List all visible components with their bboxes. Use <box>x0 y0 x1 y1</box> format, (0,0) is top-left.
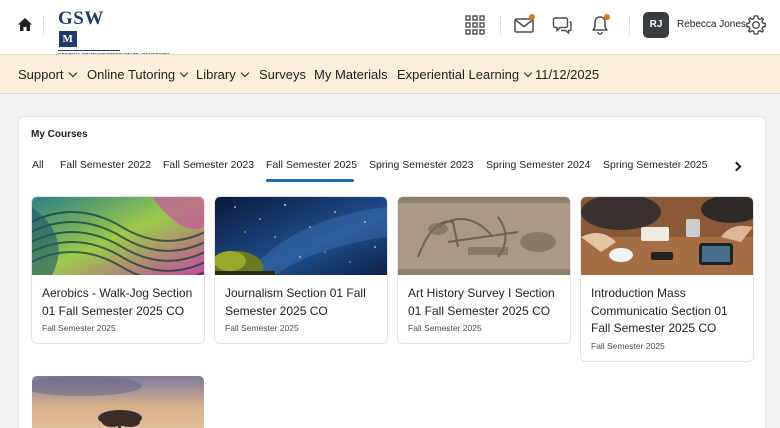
tab-spring-2024[interactable]: Spring Semester 2024 <box>486 159 590 171</box>
tab-fall-2023[interactable]: Fall Semester 2023 <box>163 159 254 171</box>
chevron-down-icon <box>523 68 533 78</box>
course-card[interactable]: Journalism Section 01 Fall Semester 2025… <box>215 197 387 343</box>
chat-icon[interactable] <box>551 14 573 36</box>
course-card[interactable]: Aerobics - Walk-Jog Section 01 Fall Seme… <box>32 197 204 343</box>
chevron-right-icon[interactable] <box>731 161 742 172</box>
mail-notification-dot <box>529 14 535 20</box>
home-icon[interactable] <box>16 16 34 34</box>
chevron-down-icon <box>240 68 249 78</box>
tab-fall-2025[interactable]: Fall Semester 2025 <box>266 159 357 171</box>
tab-fall-2022[interactable]: Fall Semester 2022 <box>60 159 151 171</box>
nav-date[interactable]: 11/12/2025 <box>535 67 599 82</box>
gsw-logo[interactable]: GSWM GEORGIA SOUTHWESTERN STATE UNIVERSI… <box>58 8 169 57</box>
my-courses-panel: My Courses All Fall Semester 2022 Fall S… <box>19 117 765 428</box>
course-image <box>215 197 387 275</box>
avatar[interactable]: RJ <box>643 12 669 38</box>
header-divider <box>43 16 44 36</box>
course-name: Introduction Mass Communicatio Section 0… <box>591 286 728 335</box>
nav-bar: Support Online Tutoring Library Surveys … <box>0 54 780 94</box>
chevron-down-icon <box>179 68 189 78</box>
course-semester: Fall Semester 2025 <box>591 340 665 351</box>
course-image <box>398 197 570 275</box>
chevron-down-icon <box>68 68 77 78</box>
active-tab-indicator <box>266 179 354 182</box>
top-header: GSWM GEORGIA SOUTHWESTERN STATE UNIVERSI… <box>0 0 780 57</box>
course-semester: Fall Semester 2025 <box>408 323 482 333</box>
app-grid-icon[interactable] <box>464 14 486 36</box>
header-divider <box>629 16 630 36</box>
course-card[interactable] <box>32 376 204 428</box>
course-semester: Fall Semester 2025 <box>42 323 116 333</box>
tab-spring-2023[interactable]: Spring Semester 2023 <box>369 159 473 171</box>
nav-library[interactable]: Library <box>196 67 249 82</box>
course-card[interactable]: Introduction Mass Communicatio Section 0… <box>581 197 753 361</box>
nav-my-materials[interactable]: My Materials <box>314 67 388 82</box>
logo-text: GSW <box>58 8 104 29</box>
course-name: Journalism Section 01 Fall Semester 2025… <box>225 286 366 318</box>
course-name: Aerobics - Walk-Jog Section 01 Fall Seme… <box>42 286 193 318</box>
gear-icon[interactable] <box>745 14 767 36</box>
course-name: Art History Survey I Section 01 Fall Sem… <box>408 286 555 318</box>
course-image <box>581 197 753 275</box>
header-divider <box>500 16 501 36</box>
nav-support[interactable]: Support <box>18 67 77 82</box>
panel-title: My Courses <box>31 129 88 140</box>
bell-notification-dot <box>604 14 610 20</box>
course-image <box>32 376 204 428</box>
tab-spring-2025[interactable]: Spring Semester 2025 <box>603 159 707 171</box>
nav-surveys[interactable]: Surveys <box>259 67 306 82</box>
course-image <box>32 197 204 275</box>
tab-all[interactable]: All <box>32 159 44 171</box>
nav-experiential-learning[interactable]: Experiential Learning <box>397 67 533 82</box>
course-card[interactable]: Art History Survey I Section 01 Fall Sem… <box>398 197 570 343</box>
user-name[interactable]: Rebecca Jones <box>677 19 746 30</box>
course-semester: Fall Semester 2025 <box>225 323 299 333</box>
logo-badge: M <box>59 31 77 47</box>
nav-online-tutoring[interactable]: Online Tutoring <box>87 67 189 82</box>
